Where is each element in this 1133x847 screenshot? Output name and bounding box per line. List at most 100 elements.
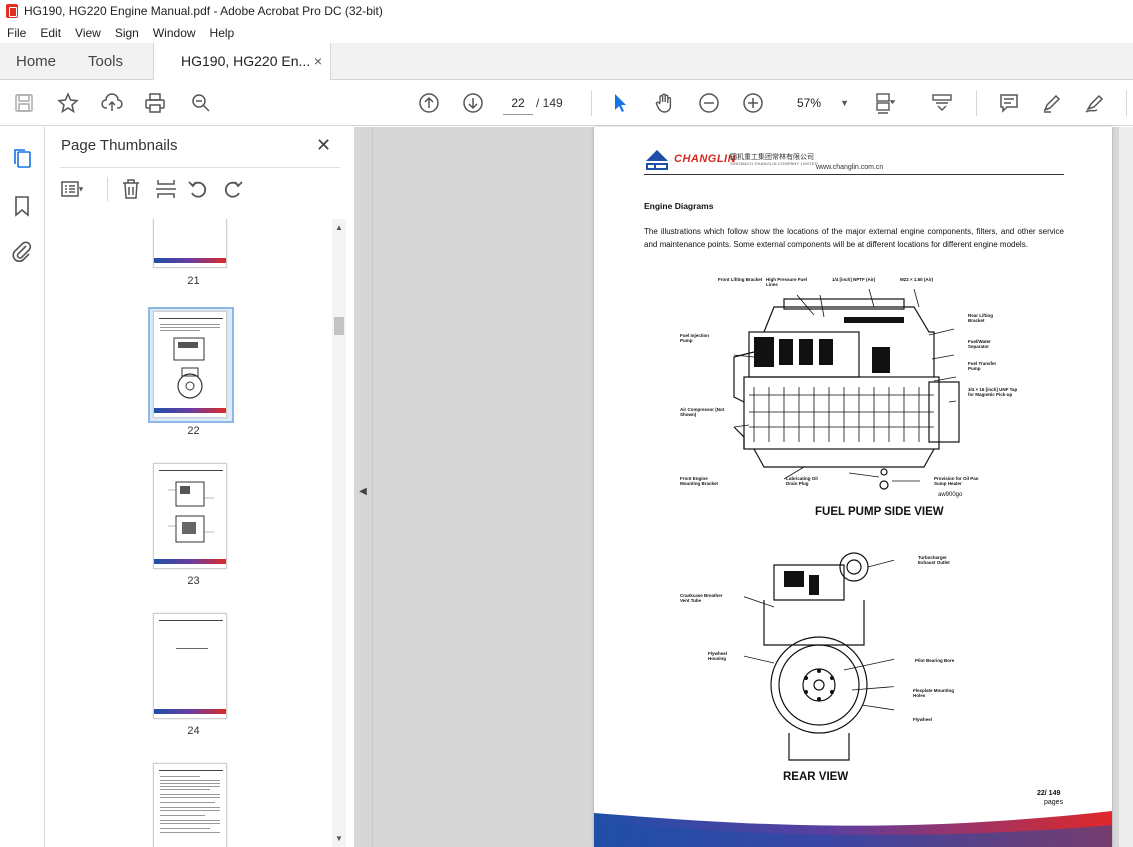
thumbnail-page-25[interactable]: [153, 763, 227, 847]
scroll-down-arrow-icon[interactable]: ▼: [335, 834, 343, 843]
rotate-left-icon[interactable]: [186, 177, 210, 201]
diagram2-caption: REAR VIEW: [783, 771, 849, 783]
rotate-right-icon[interactable]: [221, 177, 245, 201]
label-air-compressor: Air Compressor (Not Shown): [680, 407, 725, 417]
collapse-panel-icon[interactable]: ◀: [356, 467, 370, 517]
menu-help[interactable]: Help: [203, 26, 242, 40]
label-fuel-injection-pump: Fuel Injection Pump: [680, 333, 710, 343]
header-rule: [644, 174, 1064, 175]
thumbnail-header-line: [159, 318, 223, 319]
attachments-icon[interactable]: [10, 239, 34, 263]
label-provision-oil-pan: Provision for Oil Pan Sump Heater: [934, 476, 979, 486]
tab-document-label: HG190, HG220 En...: [181, 53, 311, 69]
fit-page-icon[interactable]: [873, 91, 897, 115]
page-number-input[interactable]: 22: [503, 91, 533, 115]
thumbnail-header-line: [159, 470, 223, 471]
menu-sign[interactable]: Sign: [108, 26, 146, 40]
thumbnail-footer-band: [154, 408, 226, 413]
tab-home[interactable]: Home: [16, 43, 56, 80]
thumbnail-text-line: [160, 786, 220, 787]
thumbnail-footer-band: [154, 559, 226, 564]
thumbnail-text-line: [176, 648, 208, 649]
thumbnail-text-line: [160, 327, 220, 328]
panel-divider: [60, 167, 340, 168]
select-cursor-icon[interactable]: [608, 91, 632, 115]
changlin-logo-icon: [646, 150, 668, 170]
label-pilot-bearing-bore: Pilot Bearing Bore: [915, 658, 955, 663]
delete-page-icon[interactable]: [119, 177, 143, 201]
thumbnail-page-21[interactable]: [153, 219, 227, 268]
label-flexplate-holes: Flexplate Mounting Holes: [913, 688, 954, 698]
zoom-search-icon[interactable]: [189, 91, 213, 115]
tab-bar: Home Tools HG190, HG220 En... ×: [0, 43, 1133, 81]
panel-tool-divider: [107, 177, 108, 201]
panel-title: Page Thumbnails: [61, 137, 178, 154]
left-rail: [0, 127, 45, 847]
page-down-icon[interactable]: [461, 91, 485, 115]
label-front-lifting-bracket: Front Lifting Bracket: [718, 277, 763, 282]
page-thumbnails-icon[interactable]: [10, 147, 34, 171]
thumbnails-panel: Page Thumbnails ✕ 21 22 23 24 ▲ ▼: [46, 127, 354, 847]
print-icon[interactable]: [143, 91, 167, 115]
hand-tool-icon[interactable]: [652, 91, 676, 115]
thumbnail-text-line: [160, 807, 220, 808]
highlight-pen-icon[interactable]: [1040, 91, 1064, 115]
thumbnail-options-icon[interactable]: [60, 177, 84, 201]
zoom-out-icon[interactable]: [697, 91, 721, 115]
page-total: / 149: [536, 96, 563, 110]
diagram1-caption: FUEL PUMP SIDE VIEW: [815, 506, 944, 518]
bookmarks-icon[interactable]: [10, 194, 34, 218]
thumbnail-text-line: [160, 820, 220, 821]
panel-close-button[interactable]: ✕: [316, 135, 331, 156]
label-fuel-transfer-pump: Fuel Transfer Pump: [968, 361, 997, 371]
thumbnail-engine-drawing: [173, 337, 205, 399]
thumbnail-page-23[interactable]: [153, 463, 227, 569]
label-front-engine-mounting: Front Engine Mounting Bracket: [680, 476, 719, 486]
menu-edit[interactable]: Edit: [33, 26, 68, 40]
label-rear-lifting-bracket: Rear Lifting Bracket: [968, 313, 994, 323]
pdf-page: CHANGLIN 国机重工集团常林有限公司 SINOMACH CHANGLIN …: [594, 127, 1112, 847]
thumbnail-page-22[interactable]: [153, 311, 227, 418]
toolbar-divider: [1126, 90, 1127, 116]
thumbnail-text-line: [160, 802, 215, 803]
thumbnail-scrollbar[interactable]: ▲ ▼: [332, 219, 346, 847]
section-heading: Engine Diagrams: [644, 201, 714, 211]
window-title: HG190, HG220 Engine Manual.pdf - Adobe A…: [24, 4, 383, 18]
bookmark-star-icon[interactable]: [56, 91, 80, 115]
scroll-mode-icon[interactable]: [930, 91, 954, 115]
scrollbar-thumb[interactable]: [334, 317, 344, 335]
title-bar: HG190, HG220 Engine Manual.pdf - Adobe A…: [0, 0, 1133, 22]
draw-sign-icon[interactable]: [1083, 91, 1107, 115]
label-npt-air: 1/4 [inch] NPTF (Air): [832, 277, 876, 282]
thumbnail-page-24[interactable]: [153, 613, 227, 719]
menu-bar: File Edit View Sign Window Help: [0, 22, 1133, 43]
menu-file[interactable]: File: [0, 26, 33, 40]
tab-close-button[interactable]: ×: [314, 43, 322, 80]
label-figure-code: aw900go: [938, 492, 963, 498]
zoom-in-icon[interactable]: [741, 91, 765, 115]
upload-cloud-icon[interactable]: [100, 91, 124, 115]
company-website: www.changlin.com.cn: [816, 164, 884, 171]
comment-icon[interactable]: [997, 91, 1021, 115]
menu-window[interactable]: Window: [146, 26, 203, 40]
extract-page-icon[interactable]: [154, 177, 178, 201]
brand-name: CHANGLIN: [674, 153, 737, 165]
scroll-up-arrow-icon[interactable]: ▲: [335, 223, 343, 232]
thumbnail-page-number: 24: [187, 725, 200, 737]
tab-tools[interactable]: Tools: [88, 43, 123, 80]
thumbnail-page-number: 23: [187, 575, 200, 587]
page-up-icon[interactable]: [417, 91, 441, 115]
zoom-select[interactable]: 57% ▼: [785, 91, 855, 115]
label-fuel-water-separator: Fuel/Water Separator: [968, 339, 991, 349]
document-scrollbar[interactable]: [1119, 127, 1133, 847]
menu-view[interactable]: View: [68, 26, 108, 40]
tab-document[interactable]: HG190, HG220 En... ×: [153, 43, 331, 81]
panel-splitter[interactable]: [372, 127, 373, 847]
save-icon[interactable]: [12, 91, 36, 115]
label-high-pressure-fuel-lines: High Pressure Fuel Lines: [766, 277, 808, 287]
company-name-en: SINOMACH CHANGLIN COMPANY LIMITED: [730, 161, 818, 166]
acrobat-icon: [6, 4, 18, 18]
thumbnail-text-line: [160, 797, 220, 798]
thumbnail-text-line: [160, 789, 210, 790]
label-flywheel: Flywheel: [913, 717, 933, 722]
